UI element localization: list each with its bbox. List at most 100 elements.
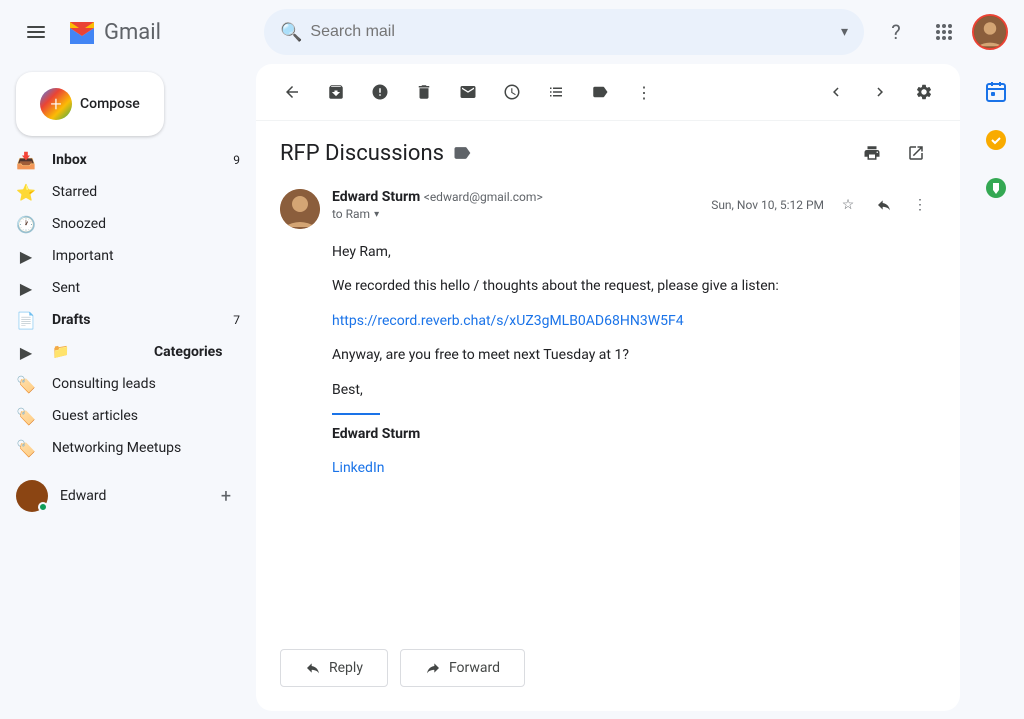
gmail-logo: Gmail [64,14,161,50]
sidebar-item-guest-articles[interactable]: 🏷️ Guest articles [0,400,256,432]
sidebar-item-starred[interactable]: ⭐ Starred [0,176,256,208]
sidebar-item-categories[interactable]: ▶ 📁 Categories [0,336,256,368]
apps-grid-icon [936,24,952,40]
email-greeting: Hey Ram, [332,241,936,263]
email-view: ⋮ RFP Discussions [256,64,960,711]
sidebar-item-consulting-leads[interactable]: 🏷️ Consulting leads [0,368,256,400]
important-icon: ▶ [16,247,36,266]
email-link[interactable]: https://record.reverb.chat/s/xUZ3gMLB0AD… [332,313,684,329]
open-new-window-button[interactable] [896,133,936,173]
previous-email-button[interactable] [816,72,856,112]
archive-button[interactable] [316,72,356,112]
search-bar[interactable]: 🔍 ▾ [264,9,864,55]
apps-button[interactable] [924,12,964,52]
thread-header: RFP Discussions [256,121,960,173]
toolbar-navigation [816,72,900,112]
topbar-right: ? [876,12,1008,52]
add-account-button[interactable]: + [212,482,240,510]
inbox-label: Inbox [52,152,217,168]
topbar-left: Gmail [16,12,256,52]
search-icon: 🔍 [280,22,302,43]
sender-info: Edward Sturm <edward@gmail.com> to Ram ▾ [332,189,699,221]
email-body: Hey Ram, We recorded this hello / though… [280,241,936,480]
email-message: Edward Sturm <edward@gmail.com> to Ram ▾… [280,173,936,508]
thread-actions [852,133,936,173]
sidebar: + Compose 📥 Inbox 9 ⭐ Starred 🕐 Snoozed … [0,64,256,719]
next-email-button[interactable] [860,72,900,112]
search-input[interactable] [310,23,833,41]
sender-avatar [280,189,320,229]
delete-button[interactable] [404,72,444,112]
to-text: to Ram [332,207,370,221]
user-avatar-small [16,480,48,512]
sent-label: Sent [52,280,240,296]
signature-divider [332,413,380,415]
starred-label: Starred [52,184,240,200]
snoozed-icon: 🕐 [16,215,36,234]
mark-unread-button[interactable] [448,72,488,112]
forward-icon [425,660,441,676]
reply-label: Reply [329,660,363,676]
to-dropdown-icon[interactable]: ▾ [374,209,379,220]
categories-icon: 📁 [52,344,138,360]
message-header: Edward Sturm <edward@gmail.com> to Ram ▾… [280,189,936,229]
snoozed-label: Snoozed [52,216,240,232]
label-icon-guest: 🏷️ [16,407,36,426]
forward-button[interactable]: Forward [400,649,525,687]
sidebar-item-important[interactable]: ▶ Important [0,240,256,272]
move-to-button[interactable] [536,72,576,112]
reply-actions: Reply Forward [256,633,960,711]
online-indicator [38,502,48,512]
user-avatar[interactable] [972,14,1008,50]
keep-app-button[interactable] [976,168,1016,208]
compose-label: Compose [80,96,140,112]
hamburger-menu-button[interactable] [16,12,56,52]
label-icon-consulting: 🏷️ [16,375,36,394]
settings-button[interactable] [904,72,944,112]
back-button[interactable] [272,72,312,112]
search-dropdown-icon[interactable]: ▾ [841,24,848,40]
right-sidebar [968,64,1024,719]
label-button[interactable] [580,72,620,112]
message-meta: Sun, Nov 10, 5:12 PM ☆ ⋮ [711,189,936,221]
more-actions-button[interactable]: ⋮ [624,72,664,112]
snooze-button[interactable] [492,72,532,112]
star-message-button[interactable]: ☆ [832,189,864,221]
sidebar-item-sent[interactable]: ▶ Sent [0,272,256,304]
signature-link[interactable]: LinkedIn [332,460,385,476]
reply-button[interactable]: Reply [280,649,388,687]
sender-name: Edward Sturm [332,189,420,205]
sender-name-line: Edward Sturm <edward@gmail.com> [332,189,699,205]
tasks-app-button[interactable] [976,120,1016,160]
email-body-line2: Anyway, are you free to meet next Tuesda… [332,344,936,366]
email-closing: Best, [332,379,936,401]
spam-button[interactable] [360,72,400,112]
email-toolbar: ⋮ [256,64,960,121]
more-message-options-button[interactable]: ⋮ [904,189,936,221]
message-time: Sun, Nov 10, 5:12 PM [711,198,824,212]
forward-label: Forward [449,660,500,676]
inbox-icon: 📥 [16,151,36,170]
email-body-line1: We recorded this hello / thoughts about … [332,275,936,297]
help-button[interactable]: ? [876,12,916,52]
drafts-label: Drafts [52,312,217,328]
compose-button[interactable]: + Compose [16,72,164,136]
print-button[interactable] [852,133,892,173]
sidebar-item-inbox[interactable]: 📥 Inbox 9 [0,144,256,176]
reply-quick-button[interactable] [868,189,900,221]
sidebar-item-networking-meetups[interactable]: 🏷️ Networking Meetups [0,432,256,464]
categories-label: Categories [154,344,240,360]
main-layout: + Compose 📥 Inbox 9 ⭐ Starred 🕐 Snoozed … [0,64,1024,719]
compose-plus-icon: + [40,88,72,120]
networking-meetups-label: Networking Meetups [52,440,181,456]
sidebar-item-snoozed[interactable]: 🕐 Snoozed [0,208,256,240]
thread-title: RFP Discussions [280,141,852,166]
signature-name: Edward Sturm [332,423,936,445]
email-content: Edward Sturm <edward@gmail.com> to Ram ▾… [256,173,960,633]
topbar: Gmail 🔍 ▾ ? [0,0,1024,64]
categories-expand-icon: ▶ [16,343,36,362]
guest-articles-label: Guest articles [52,408,138,424]
calendar-app-button[interactable] [976,72,1016,112]
important-label: Important [52,248,240,264]
sidebar-item-drafts[interactable]: 📄 Drafts 7 [0,304,256,336]
